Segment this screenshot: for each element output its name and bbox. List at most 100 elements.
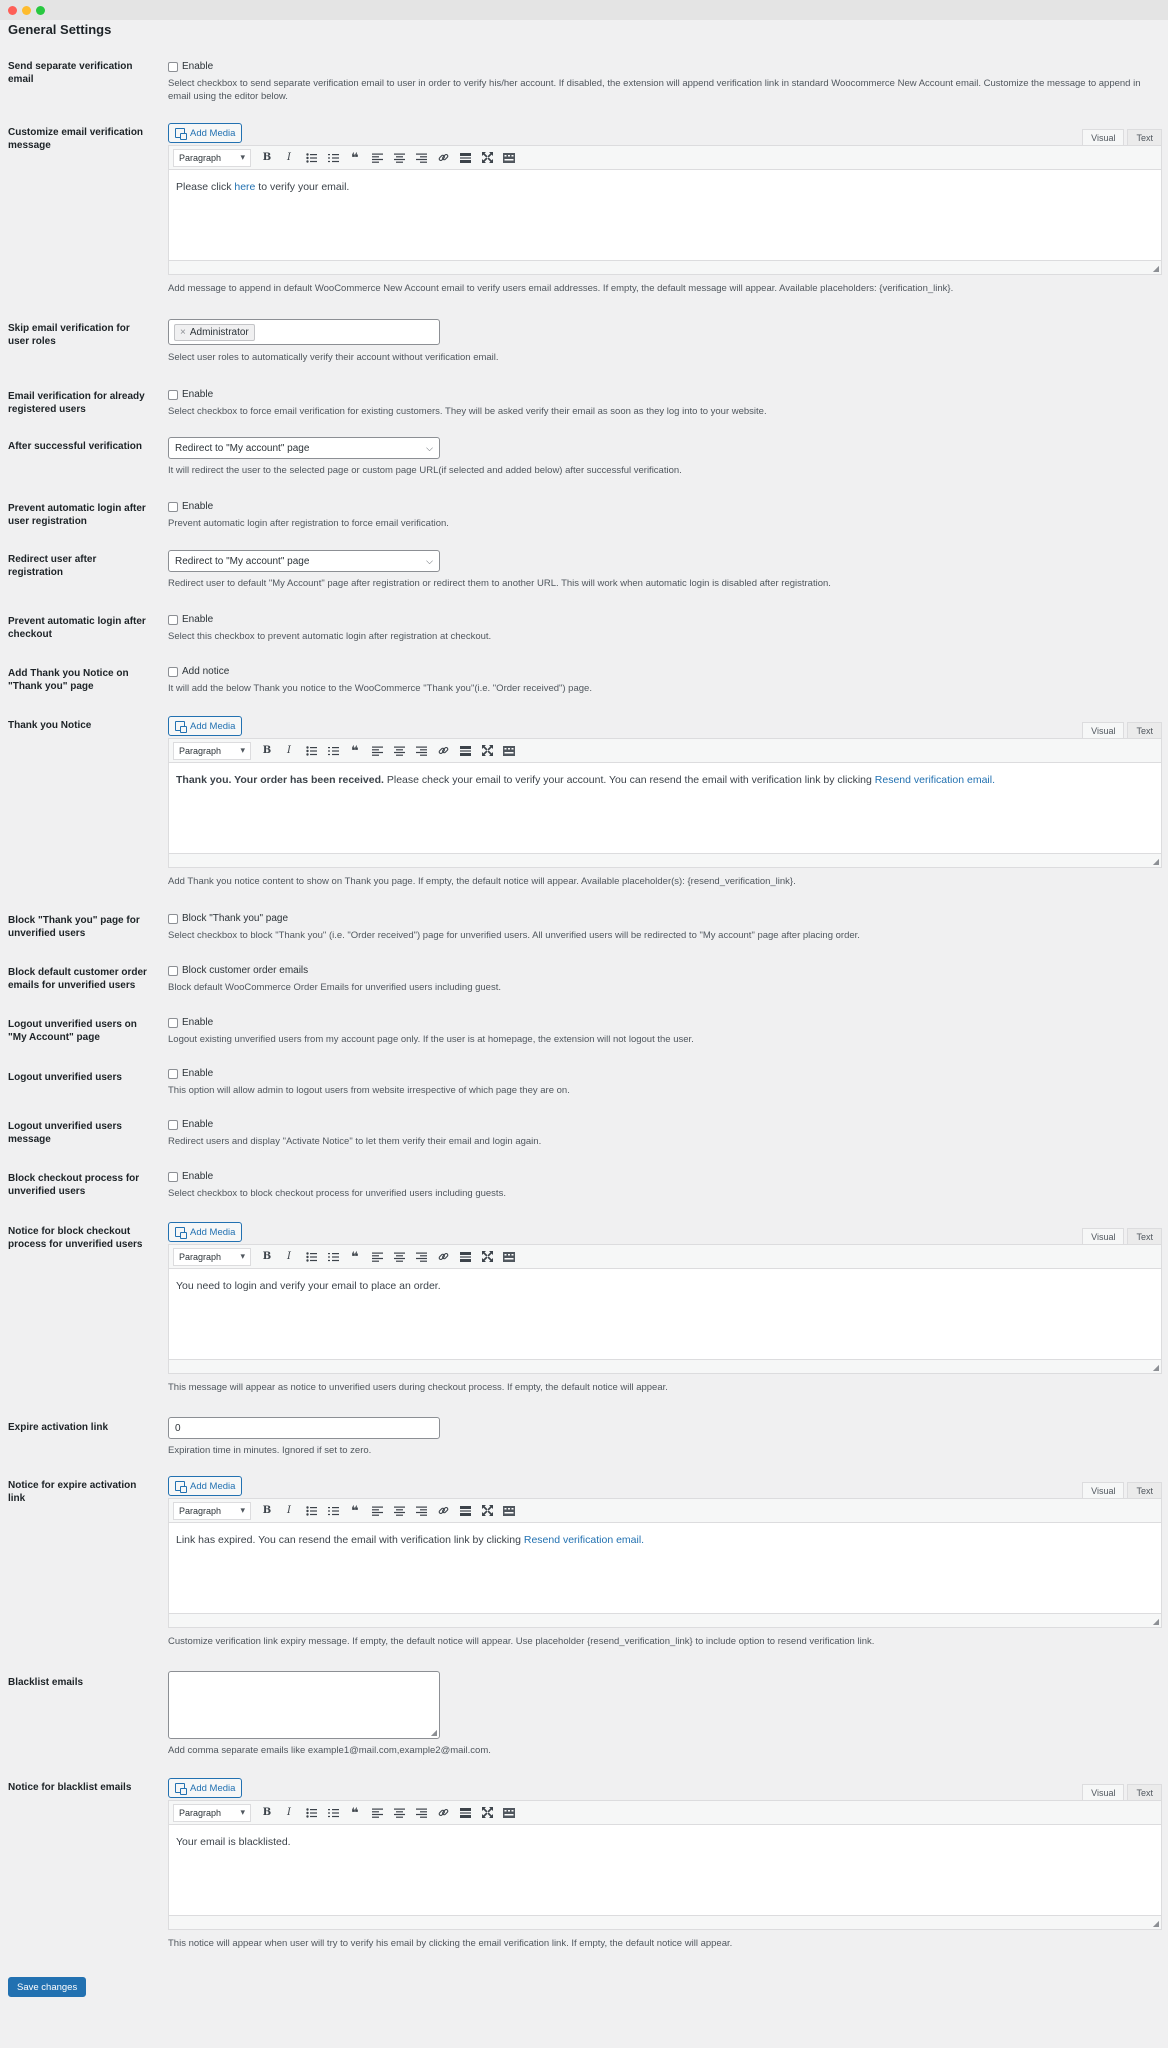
- tab-text[interactable]: Text: [1127, 129, 1162, 145]
- numbered-list-icon[interactable]: [323, 1247, 343, 1267]
- align-center-icon[interactable]: [389, 741, 409, 761]
- save-changes-button[interactable]: Save changes: [8, 1977, 87, 1997]
- italic-icon[interactable]: I: [279, 1501, 299, 1521]
- logout-users-checkbox[interactable]: Enable: [168, 1067, 1162, 1080]
- maximize-window-icon[interactable]: [36, 6, 45, 15]
- editor-content[interactable]: Your email is blacklisted.: [169, 1825, 1161, 1915]
- align-left-icon[interactable]: [367, 148, 387, 168]
- toolbar-toggle-icon[interactable]: [499, 1803, 519, 1823]
- format-select[interactable]: Paragraph ▾: [173, 1803, 251, 1822]
- fullscreen-icon[interactable]: [477, 1501, 497, 1521]
- checkbox-box[interactable]: [168, 1119, 178, 1130]
- add-media-button[interactable]: Add Media: [168, 1476, 243, 1496]
- block-order-emails-checkbox[interactable]: Block customer order emails: [168, 964, 1162, 977]
- blockquote-icon[interactable]: ❝: [345, 741, 365, 761]
- tab-visual[interactable]: Visual: [1082, 1784, 1125, 1800]
- numbered-list-icon[interactable]: [323, 1501, 343, 1521]
- blockquote-icon[interactable]: ❝: [345, 1501, 365, 1521]
- content-link[interactable]: here: [234, 181, 255, 193]
- link-icon[interactable]: [433, 1247, 453, 1267]
- link-icon[interactable]: [433, 741, 453, 761]
- numbered-list-icon[interactable]: [323, 741, 343, 761]
- tab-visual[interactable]: Visual: [1082, 1228, 1125, 1244]
- align-center-icon[interactable]: [389, 148, 409, 168]
- format-select[interactable]: Paragraph ▾: [173, 1247, 251, 1266]
- bold-icon[interactable]: B: [257, 148, 277, 168]
- editor-content[interactable]: You need to login and verify your email …: [169, 1269, 1161, 1359]
- tab-text[interactable]: Text: [1127, 1228, 1162, 1244]
- add-media-button[interactable]: Add Media: [168, 716, 243, 736]
- align-left-icon[interactable]: [367, 741, 387, 761]
- blockquote-icon[interactable]: ❝: [345, 1803, 365, 1823]
- fullscreen-icon[interactable]: [477, 1247, 497, 1267]
- minimize-window-icon[interactable]: [22, 6, 31, 15]
- bullet-list-icon[interactable]: [301, 1501, 321, 1521]
- tab-visual[interactable]: Visual: [1082, 722, 1125, 738]
- format-select[interactable]: Paragraph ▾: [173, 741, 251, 760]
- blockquote-icon[interactable]: ❝: [345, 1247, 365, 1267]
- bullet-list-icon[interactable]: [301, 1803, 321, 1823]
- checkbox-box[interactable]: [168, 666, 178, 677]
- separate-email-checkbox[interactable]: Enable: [168, 60, 1162, 73]
- add-media-button[interactable]: Add Media: [168, 1222, 243, 1242]
- format-select[interactable]: Paragraph ▾: [173, 148, 251, 167]
- align-right-icon[interactable]: [411, 741, 431, 761]
- format-select[interactable]: Paragraph ▾: [173, 1501, 251, 1520]
- read-more-icon[interactable]: [455, 1501, 475, 1521]
- toolbar-toggle-icon[interactable]: [499, 1501, 519, 1521]
- tab-text[interactable]: Text: [1127, 1482, 1162, 1498]
- tab-visual[interactable]: Visual: [1082, 129, 1125, 145]
- logout-message-checkbox[interactable]: Enable: [168, 1118, 1162, 1131]
- resize-grip-icon[interactable]: ◢: [1153, 1919, 1159, 1928]
- fullscreen-icon[interactable]: [477, 148, 497, 168]
- checkbox-box[interactable]: [168, 1017, 178, 1028]
- fullscreen-icon[interactable]: [477, 1803, 497, 1823]
- align-right-icon[interactable]: [411, 1247, 431, 1267]
- block-thank-you-checkbox[interactable]: Block "Thank you" page: [168, 912, 1162, 925]
- editor-content[interactable]: Link has expired. You can resend the ema…: [169, 1523, 1161, 1613]
- align-right-icon[interactable]: [411, 1803, 431, 1823]
- checkbox-box[interactable]: [168, 614, 178, 625]
- toolbar-toggle-icon[interactable]: [499, 148, 519, 168]
- link-icon[interactable]: [433, 1803, 453, 1823]
- bold-icon[interactable]: B: [257, 1803, 277, 1823]
- checkbox-box[interactable]: [168, 1171, 178, 1182]
- bullet-list-icon[interactable]: [301, 148, 321, 168]
- prevent-login-checkout-checkbox[interactable]: Enable: [168, 613, 1162, 626]
- resize-grip-icon[interactable]: ◢: [1153, 857, 1159, 866]
- bullet-list-icon[interactable]: [301, 1247, 321, 1267]
- checkbox-box[interactable]: [168, 965, 178, 976]
- bold-icon[interactable]: B: [257, 1501, 277, 1521]
- blacklist-emails-textarea[interactable]: ◢: [168, 1671, 440, 1739]
- bold-icon[interactable]: B: [257, 1247, 277, 1267]
- logout-my-account-checkbox[interactable]: Enable: [168, 1016, 1162, 1029]
- tab-text[interactable]: Text: [1127, 722, 1162, 738]
- existing-users-checkbox[interactable]: Enable: [168, 388, 1162, 401]
- prevent-login-registration-checkbox[interactable]: Enable: [168, 500, 1162, 513]
- checkbox-box[interactable]: [168, 1068, 178, 1079]
- checkbox-box[interactable]: [168, 913, 178, 924]
- italic-icon[interactable]: I: [279, 741, 299, 761]
- resize-grip-icon[interactable]: ◢: [1153, 264, 1159, 273]
- editor-content[interactable]: Thank you. Your order has been received.…: [169, 763, 1161, 853]
- numbered-list-icon[interactable]: [323, 1803, 343, 1823]
- resend-verification-link[interactable]: Resend verification email.: [875, 774, 995, 786]
- read-more-icon[interactable]: [455, 1247, 475, 1267]
- toolbar-toggle-icon[interactable]: [499, 741, 519, 761]
- editor-content[interactable]: Please click here to verify your email.: [169, 170, 1161, 260]
- add-media-button[interactable]: Add Media: [168, 1778, 243, 1798]
- align-right-icon[interactable]: [411, 1501, 431, 1521]
- toolbar-toggle-icon[interactable]: [499, 1247, 519, 1267]
- italic-icon[interactable]: I: [279, 148, 299, 168]
- checkbox-box[interactable]: [168, 61, 178, 72]
- read-more-icon[interactable]: [455, 741, 475, 761]
- read-more-icon[interactable]: [455, 148, 475, 168]
- align-center-icon[interactable]: [389, 1501, 409, 1521]
- expire-minutes-input[interactable]: 0: [168, 1417, 440, 1439]
- link-icon[interactable]: [433, 148, 453, 168]
- align-left-icon[interactable]: [367, 1247, 387, 1267]
- bullet-list-icon[interactable]: [301, 741, 321, 761]
- numbered-list-icon[interactable]: [323, 148, 343, 168]
- align-left-icon[interactable]: [367, 1501, 387, 1521]
- block-checkout-checkbox[interactable]: Enable: [168, 1170, 1162, 1183]
